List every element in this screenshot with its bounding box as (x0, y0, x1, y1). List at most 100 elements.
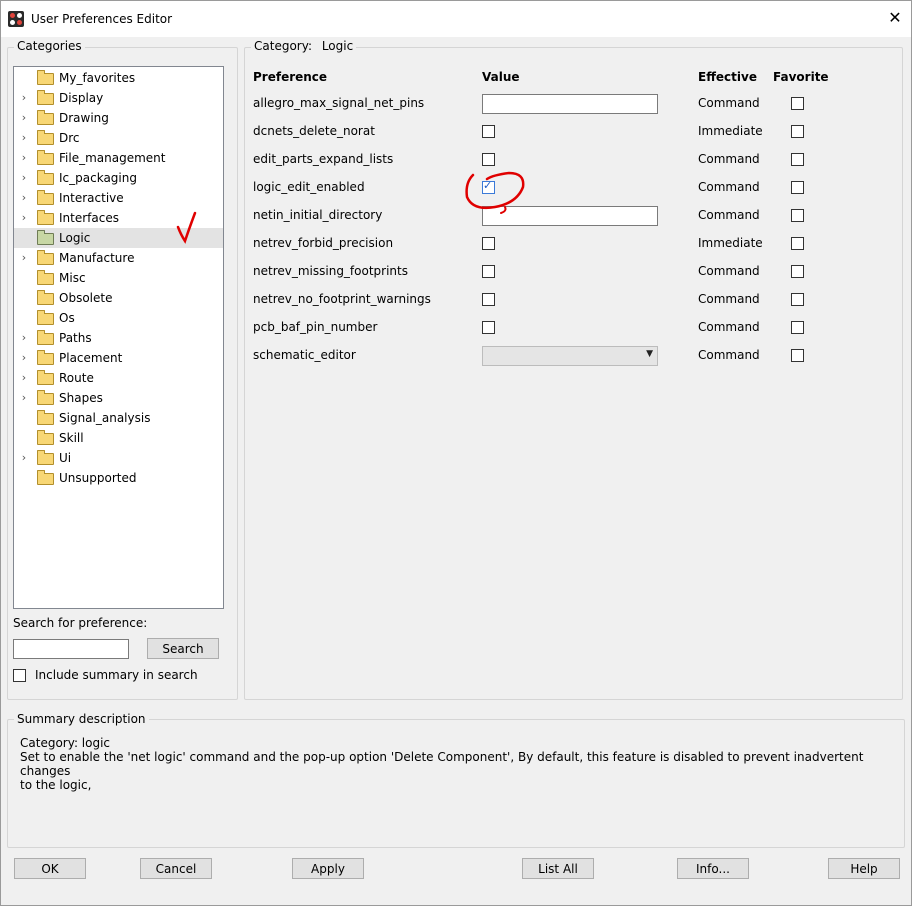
preference-effective: Immediate (698, 236, 763, 250)
favorite-checkbox[interactable] (791, 181, 804, 194)
header-value: Value (482, 70, 520, 84)
category-item[interactable]: › Drawing (14, 108, 223, 128)
chevron-right-icon[interactable]: › (19, 149, 29, 167)
preference-value-checkbox[interactable] (482, 179, 495, 194)
folder-icon (37, 310, 54, 325)
search-button[interactable]: Search (147, 638, 219, 659)
chevron-right-icon[interactable]: › (19, 389, 29, 407)
category-item[interactable]: › Interactive (14, 188, 223, 208)
category-item-label: Drawing (59, 111, 109, 125)
category-item[interactable]: › Ic_packaging (14, 168, 223, 188)
category-item-label: Drc (59, 131, 80, 145)
summary-line: to the logic, (20, 778, 92, 792)
preference-name: pcb_baf_pin_number (253, 320, 378, 334)
chevron-right-icon[interactable]: › (19, 129, 29, 147)
cancel-button[interactable]: Cancel (140, 858, 212, 879)
preference-name: schematic_editor (253, 348, 356, 362)
preference-name: netrev_forbid_precision (253, 236, 394, 250)
preference-value-checkbox[interactable] (482, 237, 495, 250)
favorite-checkbox[interactable] (791, 293, 804, 306)
category-item-label: Logic (59, 231, 91, 245)
window-title: User Preferences Editor (31, 12, 173, 26)
category-item[interactable]: › File_management (14, 148, 223, 168)
folder-icon (37, 190, 54, 205)
summary-label: Summary description (14, 712, 149, 726)
favorite-checkbox[interactable] (791, 265, 804, 278)
chevron-right-icon[interactable]: › (19, 249, 29, 267)
preference-effective: Command (698, 208, 760, 222)
close-icon[interactable]: ✕ (885, 8, 905, 28)
folder-icon (37, 450, 54, 465)
summary-line: Category: logic (20, 736, 111, 750)
help-button[interactable]: Help (828, 858, 900, 879)
category-name: Logic (321, 39, 354, 53)
category-item-label: Display (59, 91, 104, 105)
category-item[interactable]: Obsolete (14, 288, 223, 308)
category-panel-label: Category: Logic (251, 39, 357, 53)
category-item-label: Interactive (59, 191, 124, 205)
info-button[interactable]: Info... (677, 858, 749, 879)
category-item[interactable]: Unsupported (14, 468, 223, 488)
category-item-label: Ui (59, 451, 72, 465)
category-item[interactable]: › Shapes (14, 388, 223, 408)
category-item[interactable]: Misc (14, 268, 223, 288)
preference-value-field[interactable] (482, 206, 658, 226)
folder-icon (37, 250, 54, 265)
folder-icon (37, 110, 54, 125)
chevron-right-icon[interactable]: › (19, 109, 29, 127)
folder-icon (37, 430, 54, 445)
category-item[interactable]: Logic (14, 228, 223, 248)
category-item[interactable]: › Paths (14, 328, 223, 348)
category-item[interactable]: › Placement (14, 348, 223, 368)
preference-value-checkbox[interactable] (482, 125, 495, 138)
preference-name: netrev_missing_footprints (253, 264, 408, 278)
category-item[interactable]: › Ui (14, 448, 223, 468)
preference-value-checkbox[interactable] (482, 293, 495, 306)
chevron-right-icon[interactable]: › (19, 369, 29, 387)
chevron-right-icon[interactable]: › (19, 89, 29, 107)
preference-value-checkbox[interactable] (482, 265, 495, 278)
chevron-right-icon[interactable]: › (19, 329, 29, 347)
chevron-right-icon[interactable]: › (19, 189, 29, 207)
category-item[interactable]: › Drc (14, 128, 223, 148)
preference-value-dropdown[interactable]: ▼ (482, 346, 658, 366)
include-summary-checkbox[interactable] (13, 669, 26, 682)
category-item[interactable]: My_favorites (14, 68, 223, 88)
preference-name: netrev_no_footprint_warnings (253, 292, 431, 306)
favorite-checkbox[interactable] (791, 349, 804, 362)
chevron-right-icon[interactable]: › (19, 349, 29, 367)
apply-button[interactable]: Apply (292, 858, 364, 879)
category-item[interactable]: Signal_analysis (14, 408, 223, 428)
category-item[interactable]: › Interfaces (14, 208, 223, 228)
chevron-right-icon[interactable]: › (19, 169, 29, 187)
favorite-checkbox[interactable] (791, 125, 804, 138)
list-all-button[interactable]: List All (522, 858, 594, 879)
preference-effective: Immediate (698, 124, 763, 138)
category-item[interactable]: › Route (14, 368, 223, 388)
favorite-checkbox[interactable] (791, 209, 804, 222)
ok-button[interactable]: OK (14, 858, 86, 879)
include-summary-label: Include summary in search (35, 668, 198, 682)
favorite-checkbox[interactable] (791, 237, 804, 250)
preference-value-checkbox[interactable] (482, 321, 495, 334)
favorite-checkbox[interactable] (791, 153, 804, 166)
preference-name: netin_initial_directory (253, 208, 383, 222)
favorite-checkbox[interactable] (791, 97, 804, 110)
search-input[interactable] (13, 639, 129, 659)
category-item-label: Ic_packaging (59, 171, 137, 185)
folder-icon (37, 70, 54, 85)
chevron-right-icon[interactable]: › (19, 449, 29, 467)
category-item[interactable]: Skill (14, 428, 223, 448)
category-tree[interactable]: My_favorites › Display › Drawing › Drc › File_ma… (13, 66, 224, 609)
favorite-checkbox[interactable] (791, 321, 804, 334)
chevron-right-icon[interactable]: › (19, 209, 29, 227)
folder-icon (37, 350, 54, 365)
category-item[interactable]: › Display (14, 88, 223, 108)
header-favorite: Favorite (773, 70, 829, 84)
preference-value-field[interactable] (482, 94, 658, 114)
preference-value-checkbox[interactable] (482, 153, 495, 166)
category-item[interactable]: › Manufacture (14, 248, 223, 268)
category-item[interactable]: Os (14, 308, 223, 328)
preference-effective: Command (698, 152, 760, 166)
folder-icon (37, 270, 54, 285)
